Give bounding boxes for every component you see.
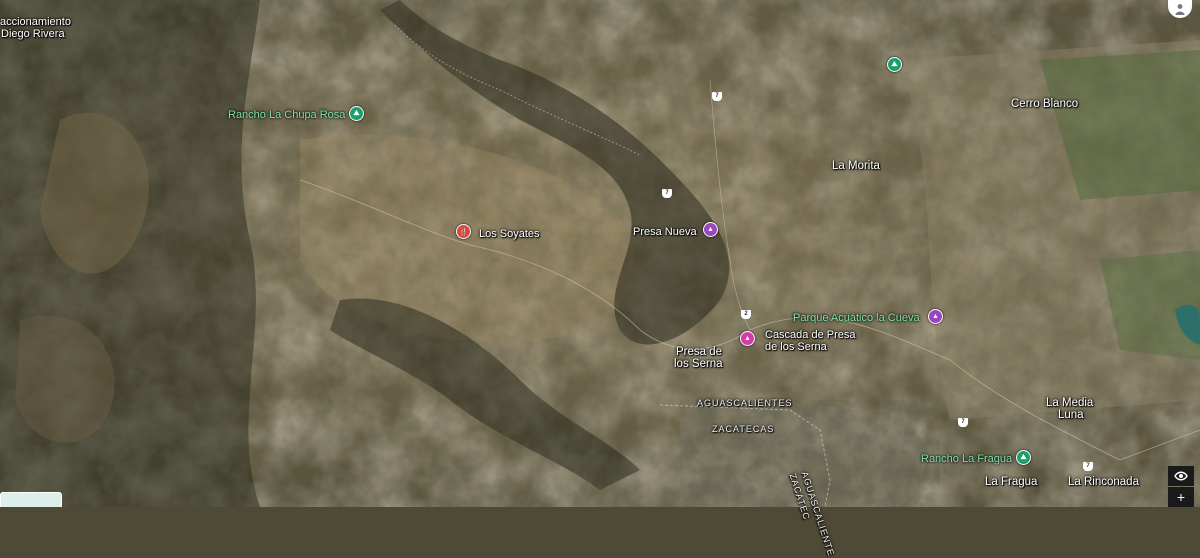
- state-label-zacatecas: ZACATECAS: [712, 424, 775, 434]
- place-label-rancho-chupa-rosa[interactable]: Rancho La Chupa Rosa: [228, 109, 345, 121]
- eye-icon: [1174, 471, 1188, 481]
- street-view-button[interactable]: [1168, 466, 1194, 486]
- road-shield: 2: [741, 310, 751, 319]
- state-label-aguascalientes: AGUASCALIENTES: [697, 398, 793, 408]
- place-label-la-rinconada[interactable]: La Rinconada: [1068, 476, 1139, 488]
- road-shield: 7: [662, 189, 672, 198]
- map-scale-thumbnail[interactable]: [0, 492, 62, 507]
- place-label-parque-acuatico[interactable]: Parque Acuático la Cueva: [793, 312, 920, 324]
- zoom-in-button[interactable]: +: [1168, 487, 1194, 507]
- place-label-la-fragua[interactable]: La Fragua: [985, 476, 1037, 488]
- place-label-cerro-blanco[interactable]: Cerro Blanco: [1011, 98, 1078, 110]
- place-label-la-media-2[interactable]: Luna: [1058, 409, 1084, 421]
- road-shield: 7: [958, 418, 968, 427]
- place-label-rancho-fragua[interactable]: Rancho La Fragua: [921, 453, 1012, 465]
- detail-texture: [0, 0, 1200, 507]
- satellite-map[interactable]: [0, 0, 1200, 507]
- place-label-la-morita[interactable]: La Morita: [832, 160, 880, 172]
- place-label-cascada-2[interactable]: de los Serna: [765, 341, 827, 353]
- road-shield: 7: [712, 92, 722, 101]
- place-label-presa-nueva[interactable]: Presa Nueva: [633, 226, 697, 238]
- place-label-fraccionamiento: accionamiento: [0, 16, 71, 28]
- hiking-icon[interactable]: ⛰: [349, 106, 364, 121]
- restaurant-icon[interactable]: 🍴: [456, 224, 471, 239]
- scenic-icon[interactable]: ▲: [740, 331, 755, 346]
- place-label-diego-rivera: Diego Rivera: [1, 28, 65, 40]
- hiking-icon[interactable]: ⛰: [1016, 450, 1031, 465]
- waterpark-icon[interactable]: ▲: [928, 309, 943, 324]
- person-icon: [1175, 4, 1185, 15]
- place-label-los-soyates[interactable]: Los Soyates: [479, 228, 540, 240]
- place-label-cascada-1[interactable]: Cascada de Presa: [765, 329, 856, 341]
- place-label-presa-serna-1[interactable]: Presa de: [676, 346, 722, 358]
- place-label-la-media-1[interactable]: La Media: [1046, 397, 1093, 409]
- hiking-icon[interactable]: ⛰: [887, 57, 902, 72]
- place-label-presa-serna-2[interactable]: los Serna: [674, 358, 723, 370]
- road-shield: 7: [1083, 462, 1093, 471]
- landmark-icon[interactable]: ▲: [703, 222, 718, 237]
